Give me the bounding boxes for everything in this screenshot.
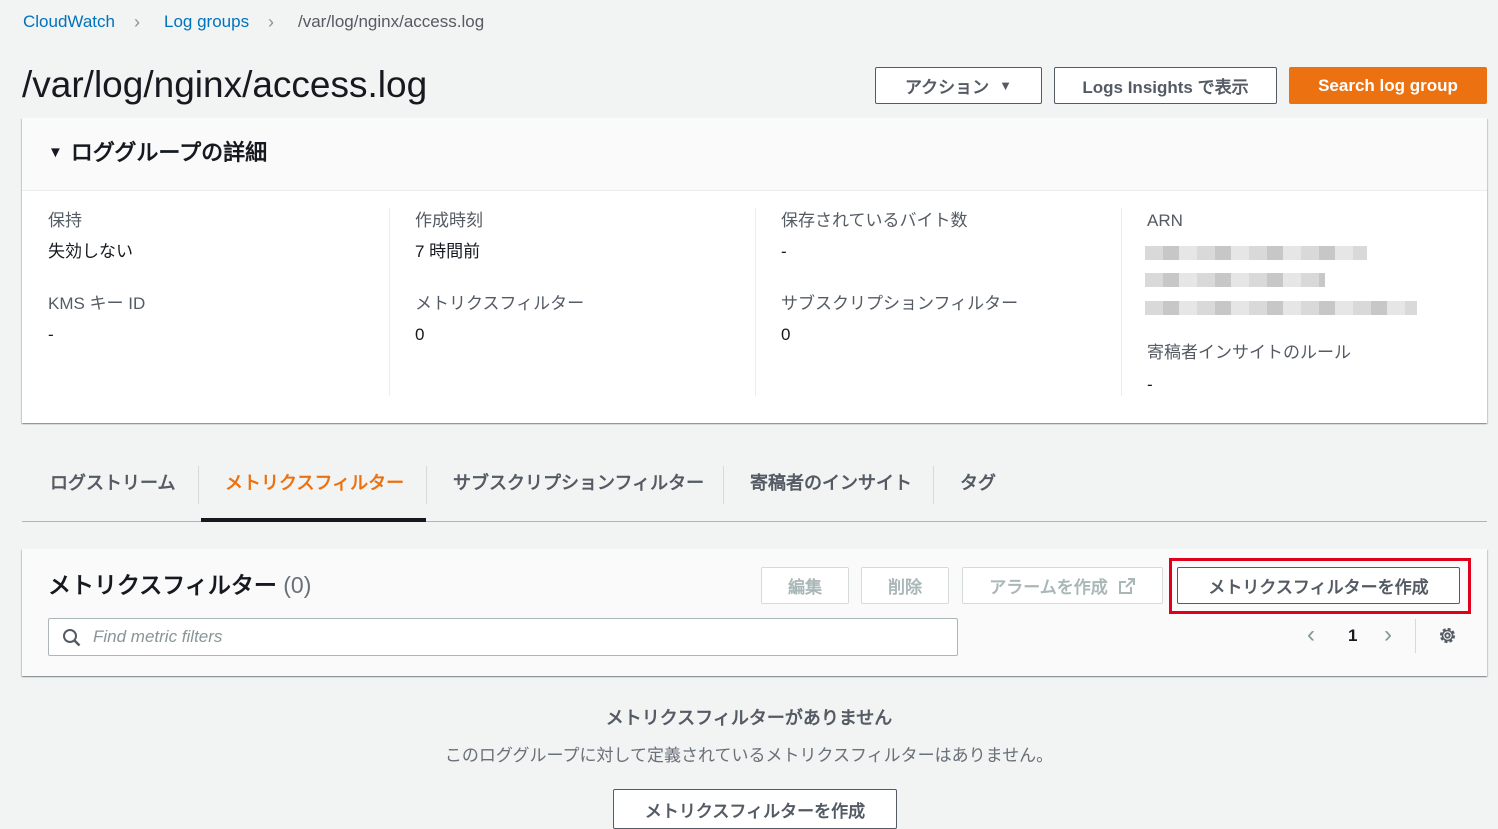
caret-down-icon: ▼ xyxy=(999,78,1013,93)
breadcrumb-link-log-groups[interactable]: Log groups xyxy=(164,12,249,31)
details-title: ロググループの詳細 xyxy=(70,140,268,165)
column-divider xyxy=(389,208,390,396)
caret-down-icon: ▼ xyxy=(48,144,63,161)
kms-key-label: KMS キー ID xyxy=(48,294,146,313)
chevron-right-icon: › xyxy=(268,12,274,32)
created-value: 7 時間前 xyxy=(415,242,481,261)
empty-state-title: メトリクスフィルターがありません xyxy=(605,708,893,728)
retention-label: 保持 xyxy=(48,211,82,230)
search-placeholder: Find metric filters xyxy=(93,627,223,646)
tab-metric-filters[interactable]: メトリクスフィルター xyxy=(225,468,404,498)
metric-filter-search-input[interactable]: Find metric filters xyxy=(48,618,958,656)
column-divider xyxy=(1121,208,1122,396)
contributor-rules-value: - xyxy=(1147,375,1153,394)
metric-filters-heading: メトリクスフィルター (0) xyxy=(48,569,311,601)
arn-redacted xyxy=(1145,301,1417,315)
stored-bytes-label: 保存されているバイト数 xyxy=(781,211,968,230)
page-number[interactable]: 1 xyxy=(1348,624,1357,648)
breadcrumb-cloudwatch[interactable]: CloudWatch xyxy=(23,10,115,34)
tab-tags[interactable]: タグ xyxy=(960,468,996,498)
column-divider xyxy=(755,208,756,396)
metric-filters-count-value: 0 xyxy=(415,325,425,344)
created-label: 作成時刻 xyxy=(415,211,483,230)
tab-divider xyxy=(723,466,724,504)
tab-divider xyxy=(933,466,934,504)
chevron-right-icon: › xyxy=(134,12,140,32)
search-log-group-button[interactable]: Search log group xyxy=(1289,67,1487,104)
edit-label: 編集 xyxy=(788,578,822,597)
breadcrumb-link-cloudwatch[interactable]: CloudWatch xyxy=(23,12,115,31)
breadcrumb-current: /var/log/nginx/access.log xyxy=(298,12,485,31)
external-link-icon xyxy=(1118,577,1135,594)
tab-divider xyxy=(198,466,199,504)
next-page-icon[interactable]: › xyxy=(1384,622,1392,648)
tab-contributor-insights[interactable]: 寄稿者のインサイト xyxy=(750,468,912,498)
metric-filters-title: メトリクスフィルター xyxy=(48,572,277,598)
active-tab-indicator xyxy=(201,518,426,522)
arn-label: ARN xyxy=(1147,211,1183,230)
log-group-details-panel: ▼ ロググループの詳細 保持 失効しない KMS キー ID - 作成時刻 7 … xyxy=(22,118,1487,423)
details-header: ▼ ロググループの詳細 xyxy=(22,118,1487,191)
metric-filters-count: (0) xyxy=(283,572,312,598)
kms-key-value: - xyxy=(48,325,54,344)
pagination-divider xyxy=(1415,619,1416,653)
tab-log-streams[interactable]: ログストリーム xyxy=(50,468,175,498)
tab-divider xyxy=(426,466,427,504)
stored-bytes-value: - xyxy=(781,242,787,261)
tab-subscription-filters[interactable]: サブスクリプションフィルター xyxy=(453,468,704,498)
empty-state-create-button[interactable]: メトリクスフィルターを作成 xyxy=(613,789,897,829)
contributor-rules-label: 寄稿者インサイトのルール xyxy=(1147,343,1351,362)
create-alarm-button[interactable]: アラームを作成 xyxy=(962,567,1163,604)
logs-insights-label: Logs Insights で表示 xyxy=(1082,78,1249,97)
edit-button[interactable]: 編集 xyxy=(761,567,849,604)
search-icon xyxy=(63,629,81,647)
page-title: /var/log/nginx/access.log xyxy=(22,64,428,105)
empty-state-description: このロググループに対して定義されているメトリクスフィルターはありません。 xyxy=(444,746,1054,765)
delete-label: 削除 xyxy=(888,578,922,597)
gear-icon[interactable] xyxy=(1437,625,1458,646)
empty-state-create-label: メトリクスフィルターを作成 xyxy=(644,801,866,821)
retention-value: 失効しない xyxy=(48,242,133,261)
subscription-filters-label: サブスクリプションフィルター xyxy=(781,294,1019,313)
previous-page-icon[interactable]: ‹ xyxy=(1307,622,1315,648)
arn-redacted xyxy=(1145,273,1325,287)
actions-dropdown-button[interactable]: アクション ▼ xyxy=(875,67,1042,104)
search-log-group-label: Search log group xyxy=(1318,75,1458,95)
subscription-filters-value: 0 xyxy=(781,325,791,344)
details-toggle[interactable]: ▼ ロググループの詳細 xyxy=(48,138,267,168)
highlight-frame xyxy=(1169,558,1471,614)
metric-filters-count-label: メトリクスフィルター xyxy=(415,294,585,313)
arn-redacted xyxy=(1145,246,1367,260)
actions-label: アクション xyxy=(904,78,990,97)
delete-button[interactable]: 削除 xyxy=(861,567,949,604)
logs-insights-button[interactable]: Logs Insights で表示 xyxy=(1054,67,1277,104)
breadcrumb-log-groups[interactable]: Log groups xyxy=(164,10,249,34)
create-alarm-label: アラームを作成 xyxy=(989,578,1108,597)
